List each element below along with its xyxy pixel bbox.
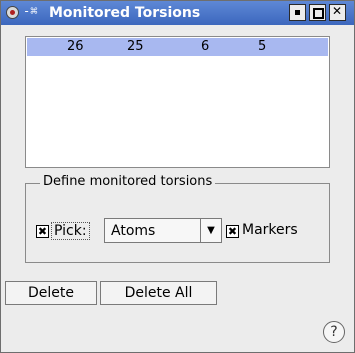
maximize-button[interactable] <box>309 4 326 21</box>
atom-4: 5 <box>258 39 267 54</box>
pick-mode-value: Atoms <box>111 223 156 239</box>
pick-label[interactable]: Pick: <box>51 222 90 240</box>
delete-button[interactable]: Delete <box>5 281 97 305</box>
pick-checkbox[interactable]: ✖ <box>36 225 49 238</box>
pick-mode-select[interactable]: Atoms ▼ <box>104 218 222 243</box>
title-bar[interactable]: -⌘ Monitored Torsions <box>1 1 354 25</box>
window-title: Monitored Torsions <box>49 5 201 21</box>
group-legend: Define monitored torsions <box>40 174 216 189</box>
atom-3: 6 <box>201 39 210 54</box>
pin-icon[interactable]: -⌘ <box>23 4 37 18</box>
define-torsions-group: Define monitored torsions ✖ Pick: Atoms … <box>25 174 330 263</box>
close-button[interactable] <box>329 4 346 21</box>
markers-label[interactable]: Markers <box>242 222 298 238</box>
app-icon[interactable] <box>6 6 19 19</box>
help-icon[interactable]: ? <box>323 321 345 343</box>
monitored-torsions-window: -⌘ Monitored Torsions 26 25 6 5 Define m… <box>0 0 355 353</box>
chevron-down-icon[interactable]: ▼ <box>200 219 221 242</box>
atom-2: 25 <box>127 39 144 54</box>
markers-checkbox[interactable]: ✖ <box>226 225 239 238</box>
minimize-button[interactable] <box>289 4 306 21</box>
list-item[interactable]: 26 25 6 5 <box>27 38 328 56</box>
delete-all-button[interactable]: Delete All <box>100 281 217 305</box>
torsion-list[interactable]: 26 25 6 5 <box>25 36 330 168</box>
atom-1: 26 <box>67 39 84 54</box>
